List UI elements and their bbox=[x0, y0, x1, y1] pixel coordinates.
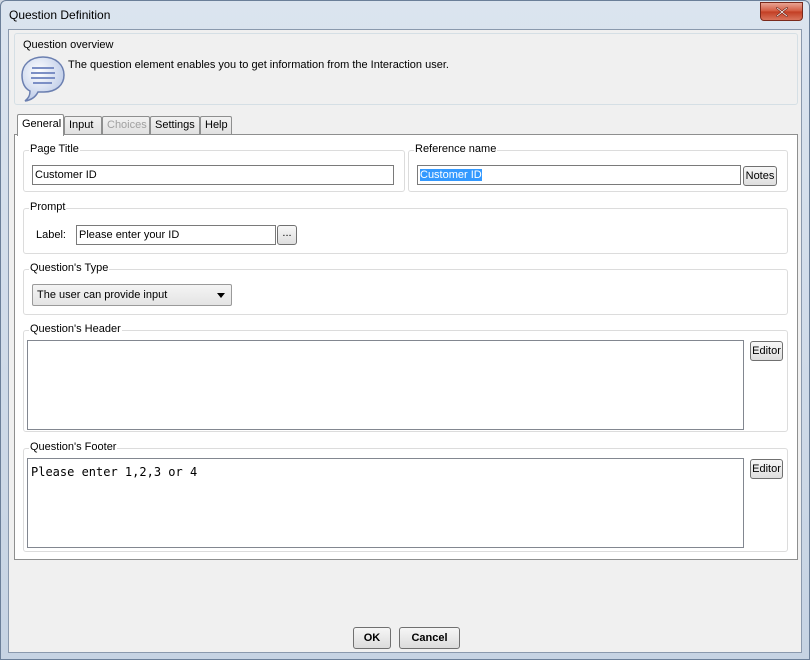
page-title-group: Page Title Customer ID bbox=[23, 143, 405, 192]
question-footer-textarea[interactable]: Please enter 1,2,3 or 4 bbox=[27, 458, 744, 548]
question-overview-group: Question overview The question element e… bbox=[14, 33, 798, 105]
window-title: Question Definition bbox=[9, 8, 111, 22]
question-type-dropdown[interactable]: The user can provide input bbox=[32, 284, 232, 306]
question-footer-label: Question's Footer bbox=[29, 441, 118, 453]
chevron-down-icon bbox=[217, 293, 225, 298]
question-type-group: Question's Type The user can provide inp… bbox=[23, 262, 788, 315]
prompt-group: Prompt Label: Please enter your ID ... bbox=[23, 201, 788, 254]
tab-choices: Choices bbox=[102, 116, 150, 135]
close-icon bbox=[776, 7, 788, 17]
page-title-label: Page Title bbox=[29, 143, 80, 155]
question-type-selected: The user can provide input bbox=[37, 289, 168, 301]
title-bar[interactable]: Question Definition bbox=[1, 1, 809, 29]
reference-name-selected-text: Customer ID bbox=[420, 169, 482, 181]
dialog-client-area: Question overview The question element e… bbox=[8, 29, 802, 653]
page-title-input[interactable]: Customer ID bbox=[32, 165, 394, 185]
footer-editor-button[interactable]: Editor bbox=[750, 459, 783, 479]
reference-name-input[interactable]: Customer ID bbox=[417, 165, 741, 185]
question-type-label: Question's Type bbox=[29, 262, 110, 274]
question-definition-window: Question Definition Question overview Th… bbox=[0, 0, 810, 660]
tab-settings[interactable]: Settings bbox=[150, 116, 200, 135]
cancel-button[interactable]: Cancel bbox=[399, 627, 460, 649]
reference-name-group: Reference name Customer ID Notes bbox=[408, 143, 788, 192]
overview-description: The question element enables you to get … bbox=[68, 59, 449, 71]
question-footer-group: Question's Footer Please enter 1,2,3 or … bbox=[23, 441, 788, 552]
prompt-browse-button[interactable]: ... bbox=[277, 225, 297, 245]
notes-button[interactable]: Notes bbox=[743, 166, 777, 186]
general-tab-panel: Page Title Customer ID Reference name Cu… bbox=[14, 134, 798, 560]
ok-button[interactable]: OK bbox=[353, 627, 391, 649]
tab-general[interactable]: General bbox=[17, 114, 64, 136]
header-editor-button[interactable]: Editor bbox=[750, 341, 783, 361]
close-button[interactable] bbox=[760, 2, 803, 21]
question-header-textarea[interactable] bbox=[27, 340, 744, 430]
speech-bubble-icon bbox=[21, 56, 65, 102]
prompt-label-input[interactable]: Please enter your ID bbox=[76, 225, 276, 245]
overview-title: Question overview bbox=[23, 39, 114, 51]
prompt-label: Prompt bbox=[29, 201, 67, 213]
question-header-group: Question's Header Editor bbox=[23, 323, 788, 432]
tab-input[interactable]: Input bbox=[64, 116, 102, 135]
tab-help[interactable]: Help bbox=[200, 116, 232, 135]
question-header-label: Question's Header bbox=[29, 323, 122, 335]
reference-name-label: Reference name bbox=[414, 143, 498, 155]
prompt-field-label: Label: bbox=[36, 229, 66, 241]
